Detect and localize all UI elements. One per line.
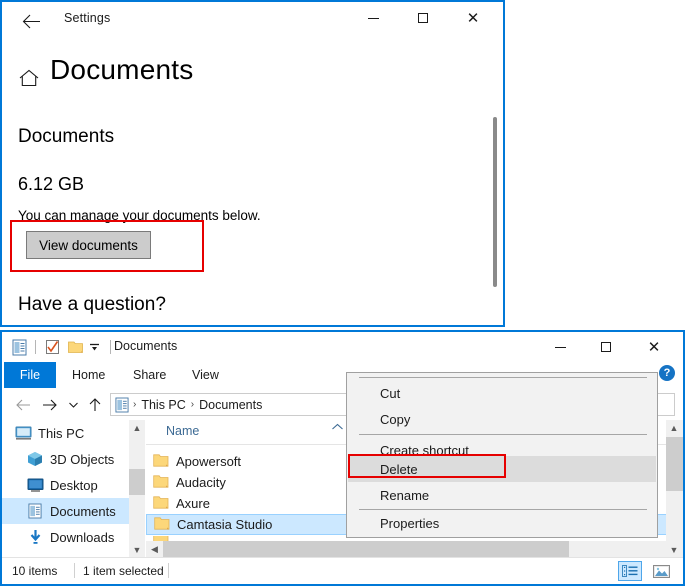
context-menu-separator-2 (359, 434, 647, 435)
crumb-separator: › (131, 399, 138, 410)
scroll-up-icon[interactable]: ▲ (666, 420, 682, 436)
horizontal-scrollbar[interactable]: ◀ (146, 541, 667, 558)
sidebar-item-label: Documents (50, 504, 116, 519)
properties-icon[interactable] (43, 338, 61, 356)
settings-scrollbar-thumb[interactable] (493, 117, 497, 287)
settings-titlebar: Settings ✕ (2, 2, 503, 38)
status-item-count: 10 items (12, 564, 57, 578)
large-icons-view-button[interactable] (649, 561, 673, 581)
folder-icon (154, 516, 171, 533)
sidebar-item-3d-objects[interactable]: 3D Objects (2, 446, 129, 472)
qat-dropdown-icon[interactable] (85, 338, 103, 356)
help-icon[interactable]: ? (659, 365, 675, 381)
maximize-icon[interactable] (400, 2, 446, 34)
qat-separator-2 (110, 340, 111, 354)
3d-objects-icon (26, 450, 44, 468)
file-name: Camtasia Studio (177, 517, 272, 532)
documents-icon (26, 502, 44, 520)
status-selection-info: 1 item selected (83, 564, 164, 578)
column-header-name[interactable]: Name (166, 424, 199, 438)
nav-back-icon[interactable] (12, 394, 34, 416)
storage-size-value: 6.12 GB (18, 174, 84, 195)
status-divider-2 (168, 563, 169, 578)
tab-view[interactable]: View (180, 362, 231, 388)
crumb-separator-2: › (189, 399, 196, 410)
downloads-icon (26, 528, 44, 546)
view-documents-button[interactable]: View documents (26, 231, 151, 259)
maximize-icon[interactable] (583, 332, 629, 362)
details-view-button[interactable] (618, 561, 642, 581)
nav-up-icon[interactable] (84, 394, 106, 416)
minimize-icon[interactable] (350, 2, 396, 34)
navigation-pane: This PC 3D Objects Desktop Documents (2, 420, 129, 558)
sidebar-item-desktop[interactable]: Desktop (2, 472, 129, 498)
file-list-scrollbar[interactable]: ▲ ▼ (666, 420, 683, 558)
section-description: You can manage your documents below. (18, 208, 261, 223)
explorer-titlebar: Documents ✕ (2, 332, 683, 362)
breadcrumb-documents[interactable]: Documents (196, 398, 265, 412)
file-list-scrollbar-thumb[interactable] (666, 437, 683, 491)
this-pc-icon (14, 424, 32, 442)
navpane-scrollbar[interactable]: ▲ ▼ (129, 420, 145, 558)
settings-window: Settings ✕ Documents Documents 6.12 GB Y… (0, 0, 505, 327)
explorer-window-title: Documents (114, 339, 177, 353)
file-name: Audacity (176, 475, 226, 490)
nav-forward-icon[interactable] (38, 394, 60, 416)
folder-icon (153, 495, 170, 512)
sidebar-item-this-pc[interactable]: This PC (2, 420, 129, 446)
desktop-icon (26, 476, 44, 494)
page-title: Documents (50, 54, 193, 86)
breadcrumb-this-pc[interactable]: This PC (138, 398, 188, 412)
sort-ascending-icon (331, 423, 344, 434)
qat-separator (35, 340, 36, 354)
context-menu-item-delete[interactable]: Delete (348, 456, 656, 482)
context-menu-separator (359, 377, 647, 378)
sidebar-item-documents[interactable]: Documents (2, 498, 129, 524)
sidebar-item-label: This PC (38, 426, 84, 441)
settings-scrollbar[interactable] (489, 38, 500, 323)
close-icon[interactable]: ✕ (450, 2, 496, 34)
have-a-question-heading: Have a question? (18, 294, 166, 316)
documents-icon[interactable] (10, 338, 28, 356)
sidebar-item-downloads[interactable]: Downloads (2, 524, 129, 550)
scroll-down-icon[interactable]: ▼ (129, 542, 145, 558)
context-menu-item-rename[interactable]: Rename (348, 482, 656, 508)
navpane-scrollbar-thumb[interactable] (129, 469, 145, 495)
folder-icon (153, 453, 170, 470)
context-menu-item-properties[interactable]: Properties (348, 510, 656, 536)
context-menu: Cut Copy Create shortcut Delete Rename P… (346, 372, 658, 538)
tab-file[interactable]: File (4, 362, 56, 388)
minimize-icon[interactable] (537, 332, 583, 362)
tab-share[interactable]: Share (121, 362, 178, 388)
folder-icon (153, 474, 170, 491)
quick-access-toolbar (10, 336, 118, 358)
settings-window-title: Settings (64, 11, 110, 25)
status-bar: 10 items 1 item selected (2, 557, 683, 584)
sidebar-item-label: 3D Objects (50, 452, 114, 467)
scroll-up-icon[interactable]: ▲ (129, 420, 145, 436)
file-name: Apowersoft (176, 454, 241, 469)
section-heading: Documents (18, 126, 114, 148)
recent-locations-icon[interactable] (62, 394, 84, 416)
scroll-down-icon[interactable]: ▼ (666, 542, 682, 558)
context-menu-item-copy[interactable]: Copy (348, 406, 656, 432)
tab-home[interactable]: Home (60, 362, 117, 388)
close-icon[interactable]: ✕ (631, 332, 677, 362)
file-name: Axure (176, 496, 210, 511)
sidebar-item-label: Desktop (50, 478, 98, 493)
back-arrow-icon[interactable] (16, 8, 46, 34)
scroll-left-icon[interactable]: ◀ (146, 541, 163, 558)
context-menu-item-cut[interactable]: Cut (348, 380, 656, 406)
new-folder-icon[interactable] (67, 338, 85, 356)
sidebar-item-label: Downloads (50, 530, 114, 545)
horizontal-scrollbar-thumb[interactable] (163, 541, 569, 558)
status-divider (74, 563, 75, 578)
home-icon[interactable] (18, 68, 40, 88)
documents-icon (115, 397, 129, 413)
